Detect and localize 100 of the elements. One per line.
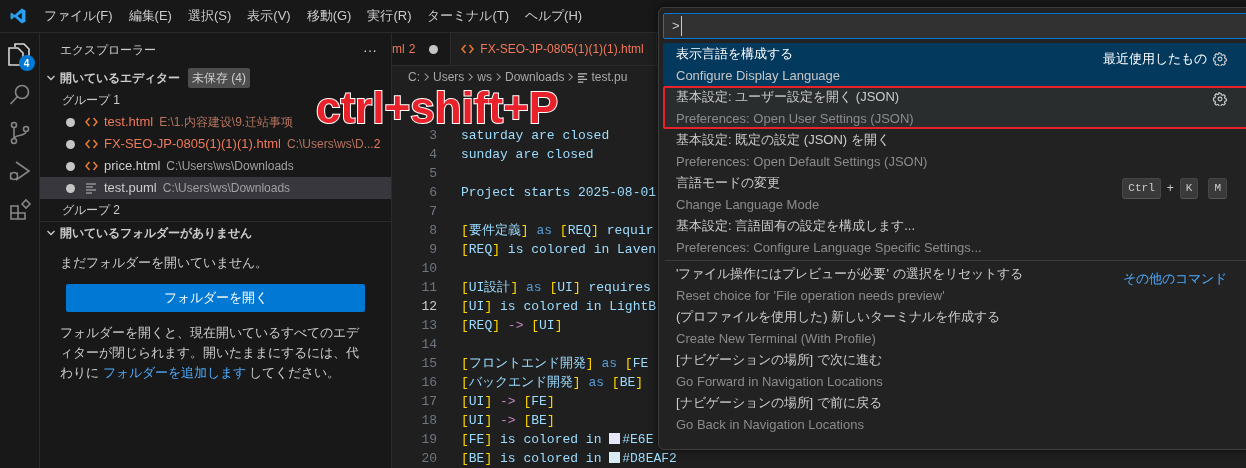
code-line: [REQ] is colored in Laven: [461, 240, 657, 259]
line-number: 18: [420, 411, 437, 430]
line-number: 8: [428, 221, 437, 240]
file-name[interactable]: FX-SEO-JP-0805(1)(1)(1).html: [104, 134, 281, 154]
breadcrumb-item[interactable]: Downloads: [505, 68, 565, 86]
command-subtitle: Go Back in Navigation Locations: [676, 415, 865, 434]
more-actions-button[interactable]: ···: [363, 39, 377, 61]
code-line: [UI] -> [FE]: [461, 392, 555, 411]
code-line: Project starts 2025-08-01: [461, 183, 657, 202]
command-subtitle: Configure Display Language: [676, 66, 842, 85]
command-subtitle: Go Forward in Navigation Locations: [676, 372, 884, 391]
menu-item[interactable]: 実行(R): [359, 6, 420, 26]
line-number: 20: [420, 449, 437, 468]
section-header[interactable]: 開いているフォルダーがありません: [40, 221, 391, 243]
code-file-icon: [461, 43, 475, 55]
code-line: [BE] is colored in #D8EAF2: [461, 449, 677, 468]
file-name[interactable]: price.html: [104, 156, 161, 176]
code-file-icon: [85, 160, 98, 172]
breadcrumb-item[interactable]: ws: [477, 68, 492, 86]
info-paragraph: フォルダーを開くと、現在開いているすべてのエディターが閉じられます。開いたままにするには、代わりに フォルダーを追加します してください。: [60, 323, 361, 382]
menu-item[interactable]: ファイル(F): [36, 6, 121, 26]
file-path: C:\Users\ws\Downloads: [166, 158, 294, 175]
line-number: 13: [420, 316, 437, 335]
command-item[interactable]: 'ファイル操作にはプレビューが必要' の選択をリセットする Reset choice for 'File operation needs preview' その他のコマンド: [663, 263, 1246, 306]
menu-item[interactable]: 選択(S): [179, 6, 240, 26]
command-item[interactable]: 基本設定: 言語固有の設定を構成します... Preferences: Configure Language Specific Settings...: [663, 215, 1246, 258]
line-number: 15: [420, 354, 437, 373]
add-folder-link[interactable]: フォルダーを追加します: [102, 364, 246, 380]
open-folder-button[interactable]: フォルダーを開く: [66, 283, 365, 312]
sidebar-title: エクスプローラー: [60, 42, 156, 59]
menu-item[interactable]: 移動(G): [298, 6, 360, 26]
notification-badge: 4: [18, 55, 35, 71]
breadcrumb-item[interactable]: test.pu: [591, 68, 628, 86]
file-path: E:\1.内容建设\9.迁站事项: [159, 114, 294, 131]
run-debug-icon: [7, 159, 32, 183]
open-editor-item[interactable]: test.puml C:\Users\ws\Downloads: [40, 177, 391, 199]
line-number: 12: [420, 297, 437, 316]
command-item[interactable]: 表示言語を構成する Configure Display Language 最近使用したもの: [663, 43, 1246, 86]
app-logo-icon: [9, 7, 27, 25]
command-subtitle: Preferences: Configure Language Specific Settings...: [676, 238, 983, 257]
section-title: 開いているエディター: [60, 70, 180, 87]
chevron-right-icon: [495, 72, 502, 82]
menu-item[interactable]: 表示(V): [239, 6, 299, 26]
command-item[interactable]: [ナビゲーションの場所] で前に戻る Go Back in Navigation Locations: [663, 392, 1246, 435]
code-line: [REQ] -> [UI]: [461, 316, 563, 335]
file-name[interactable]: test.puml: [104, 178, 157, 198]
recently-used-label: 最近使用したもの: [1103, 50, 1207, 68]
command-item[interactable]: 言語モードの変更 Change Language Mode Ctrl + K M: [663, 172, 1246, 215]
line-number: 4: [428, 145, 437, 164]
code-line: [UI] -> [BE]: [461, 411, 555, 430]
group-label: グループ 2: [61, 202, 121, 219]
line-number: 6: [428, 183, 437, 202]
search-icon: [7, 83, 32, 107]
text-file-icon: [85, 182, 97, 194]
command-subtitle: Reset choice for 'File operation needs preview': [676, 286, 946, 305]
command-item[interactable]: 基本設定: 既定の設定 (JSON) を開く Preferences: Open Default Settings (JSON): [663, 129, 1246, 172]
files-icon: [6, 41, 31, 67]
info-text: まだフォルダーを開いていません。: [60, 254, 269, 272]
file-path: C:\Users\ws\Downloads: [162, 180, 291, 197]
line-number: 14: [420, 335, 437, 354]
command-subtitle: Preferences: Open Default Settings (JSON): [676, 152, 929, 171]
code-line: [FE] is colored in #E6E: [461, 430, 654, 449]
section-header[interactable]: 開いているエディター 未保存 (4): [40, 67, 391, 89]
command-title: [ナビゲーションの場所] で前に戻る: [676, 394, 883, 412]
breadcrumb-item[interactable]: Users: [433, 68, 465, 86]
line-number: 19: [420, 430, 437, 449]
chevron-right-icon: [467, 72, 475, 82]
command-title: 表示言語を構成する: [676, 45, 794, 63]
breadcrumb-item[interactable]: C:: [408, 68, 420, 86]
code-line: [UI] is colored in LightB: [461, 297, 657, 316]
problem-count: 2: [373, 136, 381, 153]
menu-item[interactable]: ターミナル(T): [419, 6, 518, 26]
line-number: 7: [428, 202, 437, 221]
file-path: C:\Users\ws\D...: [287, 136, 374, 153]
menu-item[interactable]: ヘルプ(H): [517, 6, 591, 26]
chevron-right-icon: [423, 72, 430, 82]
text-file-icon: [577, 71, 589, 83]
editor-tab[interactable]: ml 2: [392, 33, 452, 65]
keyboard-key: M: [1208, 178, 1227, 199]
editor-tab[interactable]: FX-SEO-JP-0805(1)(1)(1).html: [451, 33, 657, 65]
unsaved-badge: 未保存 (4): [188, 68, 250, 88]
file-name[interactable]: test.html: [104, 112, 154, 132]
command-input[interactable]: >: [663, 13, 1246, 39]
other-commands-link[interactable]: その他のコマンド: [1123, 269, 1227, 289]
open-editor-item[interactable]: price.html C:\Users\ws\Downloads: [40, 155, 391, 177]
command-title: 'ファイル操作にはプレビューが必要' の選択をリセットする: [676, 265, 1024, 283]
command-item[interactable]: [ナビゲーションの場所] で次に進む Go Forward in Navigation Locations: [663, 349, 1246, 392]
command-item[interactable]: 基本設定: ユーザー設定を開く (JSON) Preferences: Open User Settings (JSON): [663, 86, 1246, 129]
problem-count: 2: [408, 41, 416, 58]
line-number: 17: [420, 392, 437, 411]
command-title: 基本設定: 既定の設定 (JSON) を開く: [676, 131, 891, 149]
chevron-right-icon: [567, 72, 575, 82]
menu-item[interactable]: 編集(E): [120, 6, 180, 26]
open-editor-item[interactable]: FX-SEO-JP-0805(1)(1)(1).html C:\Users\ws\D...2: [40, 133, 391, 155]
keyboard-key: Ctrl: [1122, 178, 1161, 199]
command-subtitle: Change Language Mode: [676, 195, 821, 214]
command-item[interactable]: (プロファイルを使用した) 新しいターミナルを作成する Create New Terminal (With Profile): [663, 306, 1246, 349]
plus-sign: +: [1166, 180, 1174, 198]
code-line: [要件定義] as [REQ] requir: [461, 221, 654, 240]
section-title: 開いているフォルダーがありません: [60, 224, 252, 242]
